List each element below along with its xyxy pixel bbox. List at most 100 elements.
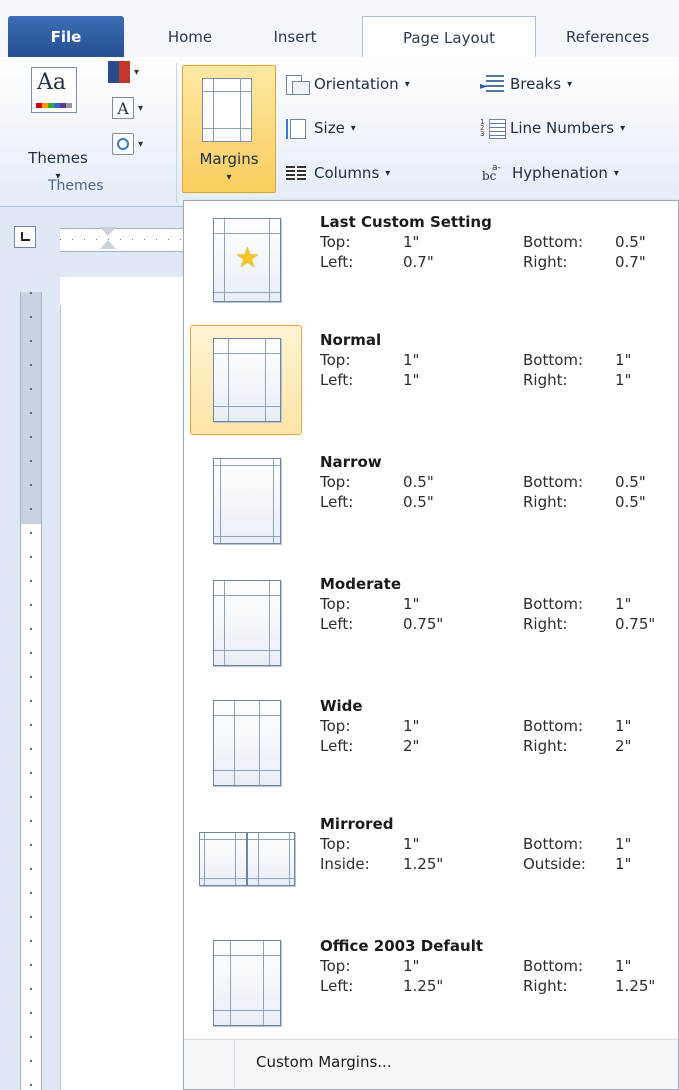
page-margins-icon (213, 458, 281, 544)
margin-option-wide[interactable]: Wide Top: 1" Bottom: 1" Left: 2" Right: … (190, 691, 674, 809)
line-numbers-label: Line Numbers (510, 119, 615, 137)
margin-option-narrow[interactable]: Narrow Top: 0.5" Bottom: 0.5" Left: 0.5"… (190, 447, 674, 565)
margin-preview: ★ (190, 207, 302, 317)
chevron-down-icon: ▾ (385, 167, 391, 179)
margin-option-title: Narrow (320, 453, 382, 471)
margin-value: 1" (403, 957, 420, 975)
margin-key: Left: (320, 737, 354, 755)
margin-preview (190, 569, 302, 679)
margin-key: Bottom: (523, 957, 584, 975)
breaks-label: Breaks (510, 75, 562, 93)
margins-dropdown: ★ Last Custom Setting Top: 1" Bottom: 0.… (183, 200, 679, 1090)
margin-key: Left: (320, 493, 354, 511)
breaks-button[interactable]: ► Breaks ▾ (480, 71, 572, 97)
custom-margins-button[interactable]: Custom Margins... (184, 1039, 678, 1089)
margin-preview (190, 325, 302, 435)
themes-button[interactable]: Aa Themes ▾ (18, 61, 104, 191)
star-icon: ★ (235, 241, 261, 274)
margin-option-moderate[interactable]: Moderate Top: 1" Bottom: 1" Left: 0.75" … (190, 569, 674, 687)
size-button[interactable]: Size ▾ (284, 115, 356, 141)
margin-key: Left: (320, 977, 354, 995)
margin-option-office-2003[interactable]: Office 2003 Default Top: 1" Bottom: 1" L… (190, 931, 674, 1049)
chevron-down-icon: ▾ (404, 78, 410, 90)
orientation-label: Orientation (314, 75, 399, 93)
margin-key: Right: (523, 977, 568, 995)
margin-key: Bottom: (523, 233, 584, 251)
columns-icon (284, 162, 308, 184)
horizontal-ruler[interactable] (60, 227, 183, 252)
margin-value: 0.5" (615, 233, 646, 251)
margin-value: 1" (615, 595, 632, 613)
margin-value: 1" (615, 855, 632, 873)
margin-value: 1" (615, 717, 632, 735)
tab-file[interactable]: File (8, 16, 124, 58)
page-margins-icon (213, 580, 281, 666)
margin-key: Bottom: (523, 473, 584, 491)
margin-option-last-custom[interactable]: ★ Last Custom Setting Top: 1" Bottom: 0.… (190, 207, 674, 325)
margin-option-normal[interactable]: Normal Top: 1" Bottom: 1" Left: 1" Right… (190, 325, 674, 443)
margin-value: 1.25" (403, 855, 444, 873)
margin-value: 1" (403, 351, 420, 369)
hyphenation-icon: bc a- (482, 163, 501, 183)
margin-value: 0.7" (403, 253, 434, 271)
margin-key: Right: (523, 493, 568, 511)
themes-glyph: Aa (37, 70, 67, 95)
margin-value: 1.25" (615, 977, 656, 995)
chevron-down-icon: ▾ (350, 122, 356, 134)
margin-key: Bottom: (523, 717, 584, 735)
themes-icon: Aa (31, 67, 77, 113)
chevron-down-icon: ▾ (138, 139, 144, 150)
theme-fonts-icon[interactable]: A (112, 97, 134, 119)
theme-colors-icon[interactable] (108, 61, 130, 83)
page-margins-icon (213, 338, 281, 422)
chevron-down-icon: ▾ (138, 103, 144, 114)
margin-value: 2" (615, 737, 632, 755)
page-margins-icon (213, 940, 281, 1026)
columns-button[interactable]: Columns ▾ (284, 160, 390, 186)
margin-option-mirrored[interactable]: Mirrored Top: 1" Bottom: 1" Inside: 1.25… (190, 809, 674, 927)
margin-option-title: Normal (320, 331, 382, 349)
tab-references[interactable]: References (548, 16, 678, 58)
margin-value: 0.5" (615, 493, 646, 511)
margin-value: 1" (615, 957, 632, 975)
margin-key: Top: (320, 351, 351, 369)
margin-key: Top: (320, 233, 351, 251)
tab-home[interactable]: Home (150, 16, 230, 58)
chevron-down-icon: ▾ (613, 167, 619, 179)
margin-key: Right: (523, 371, 568, 389)
margin-value: 1" (403, 233, 420, 251)
margin-preview (190, 809, 302, 919)
margin-value: 0.5" (403, 473, 434, 491)
margin-option-title: Mirrored (320, 815, 394, 833)
tab-page-layout[interactable]: Page Layout (362, 16, 536, 59)
margin-key: Top: (320, 835, 351, 853)
margin-option-title: Moderate (320, 575, 402, 593)
page-margins-icon: ★ (213, 218, 281, 302)
hanging-indent-icon[interactable] (100, 240, 116, 249)
margin-preview (190, 931, 302, 1041)
first-line-indent-icon[interactable] (100, 227, 116, 236)
chevron-down-icon: ▾ (620, 122, 626, 134)
vertical-ruler[interactable] (20, 292, 42, 1090)
tab-selector-button[interactable] (14, 226, 36, 248)
margin-key: Left: (320, 371, 354, 389)
line-numbers-button[interactable]: 123 Line Numbers ▾ (480, 115, 625, 141)
orientation-button[interactable]: Orientation ▾ (284, 71, 410, 97)
margin-value: 1.25" (403, 977, 444, 995)
theme-effects-icon[interactable] (112, 133, 134, 155)
margin-value: 2" (403, 737, 420, 755)
margin-value: 0.7" (615, 253, 646, 271)
hyphenation-button[interactable]: bc a- Hyphenation ▾ (482, 160, 619, 186)
margin-key: Right: (523, 253, 568, 271)
margins-icon (202, 78, 252, 142)
margin-option-title: Last Custom Setting (320, 213, 492, 231)
margin-key: Right: (523, 615, 568, 633)
margin-option-title: Office 2003 Default (320, 937, 484, 955)
breaks-icon: ► (480, 73, 506, 95)
document-page[interactable] (60, 305, 184, 1090)
margins-button[interactable]: Margins ▾ (182, 65, 276, 193)
margin-key: Right: (523, 737, 568, 755)
chevron-down-icon: ▾ (134, 67, 140, 78)
ribbon: Aa Themes ▾ ▾ A ▾ ▾ Themes Margins ▾ Ori… (0, 57, 679, 207)
tab-insert[interactable]: Insert (250, 16, 340, 58)
